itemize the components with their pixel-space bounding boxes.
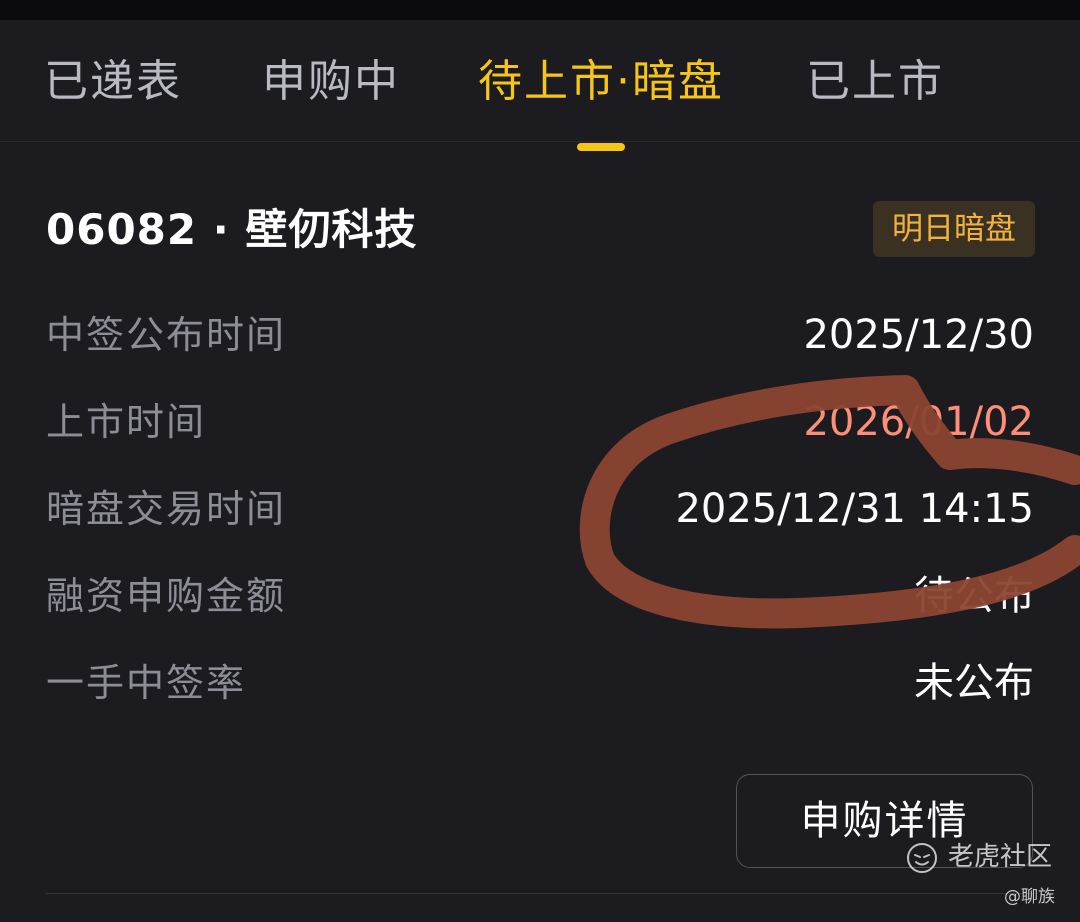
one-lot-rate-value: 未公布 (914, 660, 1034, 706)
grey-market-time-label: 暗盘交易时间 (46, 487, 287, 531)
listing-date-label: 上市时间 (46, 400, 207, 444)
watermark-brand: 老虎社区 (948, 842, 1053, 872)
margin-subscription-label: 融资申购金额 (46, 574, 287, 618)
one-lot-rate-label: 一手中签率 (46, 661, 247, 705)
tab-pending-listing-grey-market[interactable]: 待上市·暗盘 (478, 54, 724, 110)
tab-submitted[interactable]: 已递表 (44, 54, 182, 110)
status-bar (0, 0, 1080, 20)
allotment-date-label: 中签公布时间 (46, 313, 287, 357)
active-tab-indicator (577, 143, 625, 151)
tiger-logo-icon (907, 843, 937, 873)
stock-title: 06082 · 壁仞科技 (46, 205, 418, 254)
watermark-user: @聊族 (1004, 887, 1055, 907)
listing-date-value: 2026/01/02 (803, 399, 1034, 445)
tab-listed[interactable]: 已上市 (806, 54, 944, 110)
tab-subscribing[interactable]: 申购中 (262, 54, 400, 110)
grey-market-badge: 明日暗盘 (873, 201, 1035, 257)
allotment-date-value: 2025/12/30 (803, 312, 1034, 358)
ipo-tabs: 已递表 申购中 待上市·暗盘 已上市 (0, 20, 1080, 151)
divider (46, 893, 1034, 894)
margin-subscription-value: 待公布 (914, 573, 1034, 619)
grey-market-time-value: 2025/12/31 14:15 (675, 486, 1034, 532)
